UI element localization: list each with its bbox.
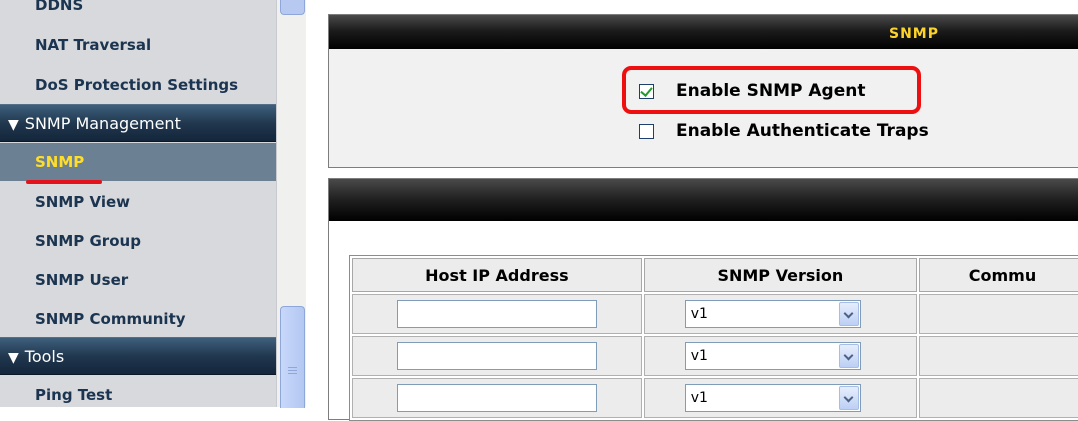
sidebar-item-nat-traversal[interactable]: NAT Traversal [0,28,276,62]
red-highlight-annotation [622,66,921,114]
host-ip-input[interactable] [397,342,597,370]
sidebar-item-snmp-view[interactable]: SNMP View [0,185,276,219]
trap-hosts-panel-header [329,179,1078,221]
snmp-version-select[interactable]: v1 [684,342,861,370]
sidebar-item-snmp[interactable]: SNMP [0,143,276,181]
community-cell [918,378,1078,418]
scrollbar-thumb[interactable] [280,306,305,408]
scrollbar-top-button[interactable] [280,0,305,15]
trap-hosts-panel: Host IP Address SNMP Version Commu v1 v1… [328,178,1078,421]
snmp-version-cell: v1 [643,336,917,376]
chevron-down-icon[interactable] [838,344,859,368]
panel-header: SNMP [329,15,1078,49]
snmp-version-cell: v1 [643,378,917,418]
sidebar-item-snmp-user[interactable]: SNMP User [0,263,276,297]
collapse-triangle-icon: ▼ [8,350,19,366]
community-cell [918,294,1078,334]
sidebar-item-ddns[interactable]: DDNS [0,0,276,18]
enable-authenticate-traps-label: Enable Authenticate Traps [676,121,929,141]
enable-authenticate-traps-row: Enable Authenticate Traps [639,121,929,141]
sidebar-section-tools[interactable]: ▼ Tools [0,337,276,375]
sidebar-item-snmp-community[interactable]: SNMP Community [0,302,276,336]
sidebar-section-snmp-management[interactable]: ▼ SNMP Management [0,104,276,142]
host-ip-cell [352,336,642,376]
host-ip-input[interactable] [397,300,597,328]
host-ip-cell [352,294,642,334]
trap-hosts-table: Host IP Address SNMP Version Commu v1 v1… [349,255,1078,421]
collapse-triangle-icon: ▼ [8,117,19,133]
snmp-version-select[interactable]: v1 [684,300,861,328]
enable-authenticate-traps-checkbox[interactable] [639,123,654,139]
host-ip-cell [352,378,642,418]
sidebar-item-snmp-group[interactable]: SNMP Group [0,224,276,258]
red-underline-annotation [26,180,102,184]
chevron-down-icon[interactable] [838,386,859,410]
table-row: v1 [352,336,1078,376]
column-header-community: Commu [918,258,1078,292]
community-cell [918,336,1078,376]
host-ip-input[interactable] [397,384,597,412]
chevron-down-icon[interactable] [838,302,859,326]
sidebar: DDNS NAT Traversal DoS Protection Settin… [0,0,276,407]
scrollbar-grip-icon [288,367,297,368]
table-row: v1 [352,294,1078,334]
snmp-version-cell: v1 [643,294,917,334]
table-row: v1 [352,378,1078,418]
main-content: SNMP Enable SNMP Agent Enable Authentica… [306,0,1078,421]
sidebar-scrollbar[interactable] [276,0,308,408]
column-header-host-ip: Host IP Address [352,258,642,292]
column-header-snmp-version: SNMP Version [643,258,917,292]
table-header-row: Host IP Address SNMP Version Commu [352,258,1078,292]
sidebar-item-ping-test[interactable]: Ping Test [0,378,276,407]
sidebar-item-dos-protection-settings[interactable]: DoS Protection Settings [0,68,276,102]
snmp-version-select[interactable]: v1 [684,384,861,412]
panel-title: SNMP [889,26,939,42]
